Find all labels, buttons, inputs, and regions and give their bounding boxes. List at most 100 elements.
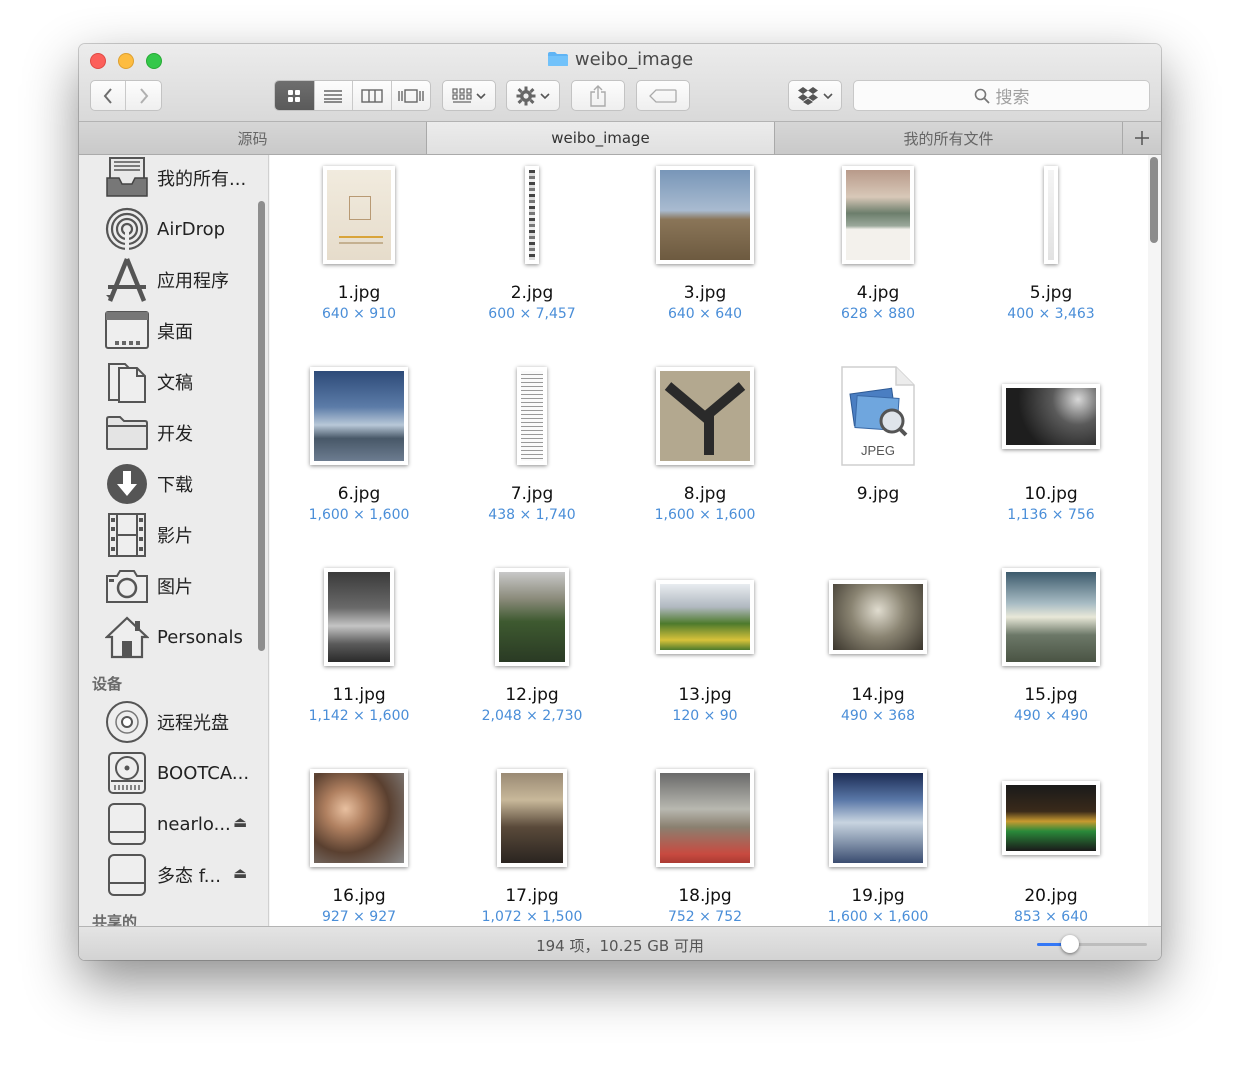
sidebar-item-remote-disc[interactable]: 远程光盘	[79, 697, 268, 747]
pictures-icon	[103, 562, 151, 610]
forward-button[interactable]	[126, 81, 161, 110]
sidebar-item-all-my-files[interactable]: 我的所有...	[79, 155, 268, 203]
thumbnail	[620, 759, 790, 877]
thumbnail	[274, 357, 444, 475]
coverflow-view-button[interactable]	[392, 81, 431, 110]
file-dimensions: 1,600 × 1,600	[827, 909, 929, 925]
sidebar-item-label: 图片	[157, 577, 193, 598]
icon-size-slider[interactable]	[1037, 935, 1147, 953]
file-item[interactable]: 5.jpg 400 × 3,463	[966, 156, 1136, 356]
content-scrollbar[interactable]	[1150, 157, 1158, 243]
file-name: 4.jpg	[856, 283, 900, 303]
file-name: 15.jpg	[1024, 685, 1078, 705]
sidebar-item-develop[interactable]: 开发	[79, 408, 268, 458]
file-dimensions: 640 × 910	[321, 306, 397, 322]
coverflow-view-icon	[398, 88, 424, 103]
svg-text:JPEG: JPEG	[861, 443, 895, 458]
tab-source[interactable]: 源码	[79, 122, 427, 154]
file-item[interactable]: 13.jpg 120 × 90	[620, 558, 790, 758]
arrange-button[interactable]	[442, 80, 496, 111]
sidebar-item-personals[interactable]: Personals	[79, 612, 268, 662]
file-dimensions: 490 × 368	[840, 708, 916, 724]
sidebar-item-label: 开发	[157, 424, 193, 445]
sidebar-scrollbar[interactable]	[258, 201, 265, 651]
arrange-icon	[452, 87, 472, 103]
file-item[interactable]: 11.jpg 1,142 × 1,600	[274, 558, 444, 758]
bootcamp-disk-icon	[103, 749, 151, 797]
applications-icon	[103, 256, 151, 304]
file-name: 7.jpg	[510, 484, 554, 504]
file-name: 2.jpg	[510, 283, 554, 303]
file-dimensions: 927 × 927	[321, 909, 397, 925]
sidebar-item-pictures[interactable]: 图片	[79, 561, 268, 611]
file-item[interactable]: 4.jpg 628 × 880	[793, 156, 963, 356]
sidebar-item-label: 我的所有...	[157, 169, 247, 190]
toolbar: weibo_image 搜索	[79, 44, 1161, 122]
chevron-down-icon	[540, 92, 550, 99]
chevron-down-icon	[823, 92, 833, 99]
thumbnail	[447, 558, 617, 676]
file-item[interactable]: 7.jpg 438 × 1,740	[447, 357, 617, 557]
sidebar-item-desktop[interactable]: 桌面	[79, 306, 268, 356]
slider-knob[interactable]	[1061, 935, 1079, 953]
sidebar-item-airdrop[interactable]: AirDrop	[79, 204, 268, 254]
file-item[interactable]: 12.jpg 2,048 × 2,730	[447, 558, 617, 758]
file-name: 18.jpg	[678, 886, 732, 906]
file-item[interactable]: 19.jpg 1,600 × 1,600	[793, 759, 963, 926]
file-item[interactable]: 18.jpg 752 × 752	[620, 759, 790, 926]
file-item[interactable]: 14.jpg 490 × 368	[793, 558, 963, 758]
back-button[interactable]	[91, 81, 127, 110]
file-item[interactable]: 17.jpg 1,072 × 1,500	[447, 759, 617, 926]
sidebar-item-duotai[interactable]: 多态 f... ⏏	[79, 850, 268, 900]
new-tab-button[interactable]	[1123, 122, 1161, 154]
sidebar-item-label: 应用程序	[157, 271, 229, 292]
sidebar-item-nearlo[interactable]: nearlo... ⏏	[79, 799, 268, 849]
thumbnail	[620, 558, 790, 676]
thumbnail: JPEG	[793, 357, 963, 475]
file-dimensions: 1,136 × 756	[1007, 507, 1095, 523]
sidebar-item-bootcamp[interactable]: BOOTCA...	[79, 748, 268, 798]
file-item[interactable]: 10.jpg 1,136 × 756	[966, 357, 1136, 557]
file-name: 12.jpg	[505, 685, 559, 705]
tab-weibo-image[interactable]: weibo_image	[427, 122, 775, 154]
file-dimensions: 640 × 640	[667, 306, 743, 322]
sidebar-item-label: 文稿	[157, 373, 193, 394]
tab-all-files[interactable]: 我的所有文件	[775, 122, 1123, 154]
dropbox-button[interactable]	[788, 80, 842, 111]
sidebar-item-movies[interactable]: 影片	[79, 510, 268, 560]
sidebar-item-label: AirDrop	[157, 218, 226, 240]
share-button[interactable]	[571, 80, 625, 111]
tags-button[interactable]	[636, 80, 690, 111]
sidebar-item-downloads[interactable]: 下载	[79, 459, 268, 509]
list-view-button[interactable]	[315, 81, 353, 110]
file-item[interactable]: 15.jpg 490 × 490	[966, 558, 1136, 758]
sidebar-item-label: 多态 f...	[157, 866, 221, 887]
sidebar-item-documents[interactable]: 文稿	[79, 357, 268, 407]
file-item[interactable]: 20.jpg 853 × 640	[966, 759, 1136, 926]
list-view-icon	[324, 89, 343, 103]
file-item[interactable]: 1.jpg 640 × 910	[274, 156, 444, 356]
external-disk-icon	[103, 800, 151, 848]
file-item[interactable]: 6.jpg 1,600 × 1,600	[274, 357, 444, 557]
dropbox-icon	[798, 86, 818, 105]
gear-icon	[516, 86, 536, 105]
eject-icon[interactable]: ⏏	[233, 813, 247, 831]
thumbnail	[966, 357, 1136, 475]
status-bar: 194 项，10.25 GB 可用	[79, 926, 1161, 960]
remote-disc-icon	[103, 698, 151, 746]
file-item[interactable]: 8.jpg 1,600 × 1,600	[620, 357, 790, 557]
jpeg-file-icon: JPEG	[841, 366, 915, 466]
devices-header: 设备	[92, 675, 123, 693]
file-item[interactable]: 16.jpg 927 × 927	[274, 759, 444, 926]
desktop-icon	[103, 307, 151, 355]
icon-view-button[interactable]	[275, 81, 315, 110]
action-button[interactable]	[506, 80, 560, 111]
file-item[interactable]: 2.jpg 600 × 7,457	[447, 156, 617, 356]
column-view-button[interactable]	[353, 81, 392, 110]
eject-icon[interactable]: ⏏	[233, 864, 247, 882]
sidebar-item-applications[interactable]: 应用程序	[79, 255, 268, 305]
file-item[interactable]: JPEG 9.jpg	[793, 357, 963, 557]
search-field[interactable]: 搜索	[853, 80, 1150, 111]
file-dimensions: 628 × 880	[840, 306, 916, 322]
file-item[interactable]: 3.jpg 640 × 640	[620, 156, 790, 356]
